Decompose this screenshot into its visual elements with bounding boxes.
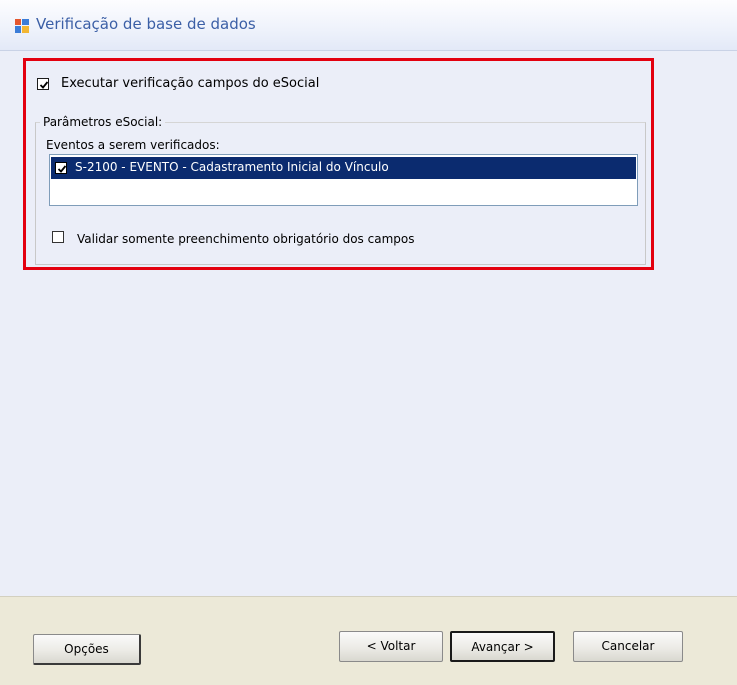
execute-esocial-label[interactable]: Executar verificação campos do eSocial [61, 76, 319, 91]
events-label: Eventos a serem verificados: [46, 138, 220, 152]
options-button[interactable]: Opções [33, 634, 141, 665]
database-app-icon [15, 19, 29, 33]
cancel-button[interactable]: Cancelar [573, 631, 683, 662]
dialog-title: Verificação de base de dados [36, 15, 256, 33]
execute-esocial-checkbox[interactable] [37, 78, 49, 90]
back-button[interactable]: < Voltar [339, 631, 443, 662]
checkmark-icon [39, 81, 49, 89]
events-list[interactable]: S-2100 - EVENTO - Cadastramento Inicial … [49, 154, 638, 206]
event-label: S-2100 - EVENTO - Cadastramento Inicial … [75, 160, 389, 174]
validate-required-label[interactable]: Validar somente preenchimento obrigatóri… [77, 232, 414, 246]
event-checkbox[interactable] [55, 162, 67, 174]
validate-required-checkbox[interactable] [52, 231, 64, 243]
dialog-header: Verificação de base de dados [0, 0, 737, 51]
list-item[interactable]: S-2100 - EVENTO - Cadastramento Inicial … [51, 157, 636, 179]
esocial-parameters-legend: Parâmetros eSocial: [43, 115, 163, 129]
checkmark-icon [57, 165, 67, 173]
next-button[interactable]: Avançar > [450, 631, 555, 662]
